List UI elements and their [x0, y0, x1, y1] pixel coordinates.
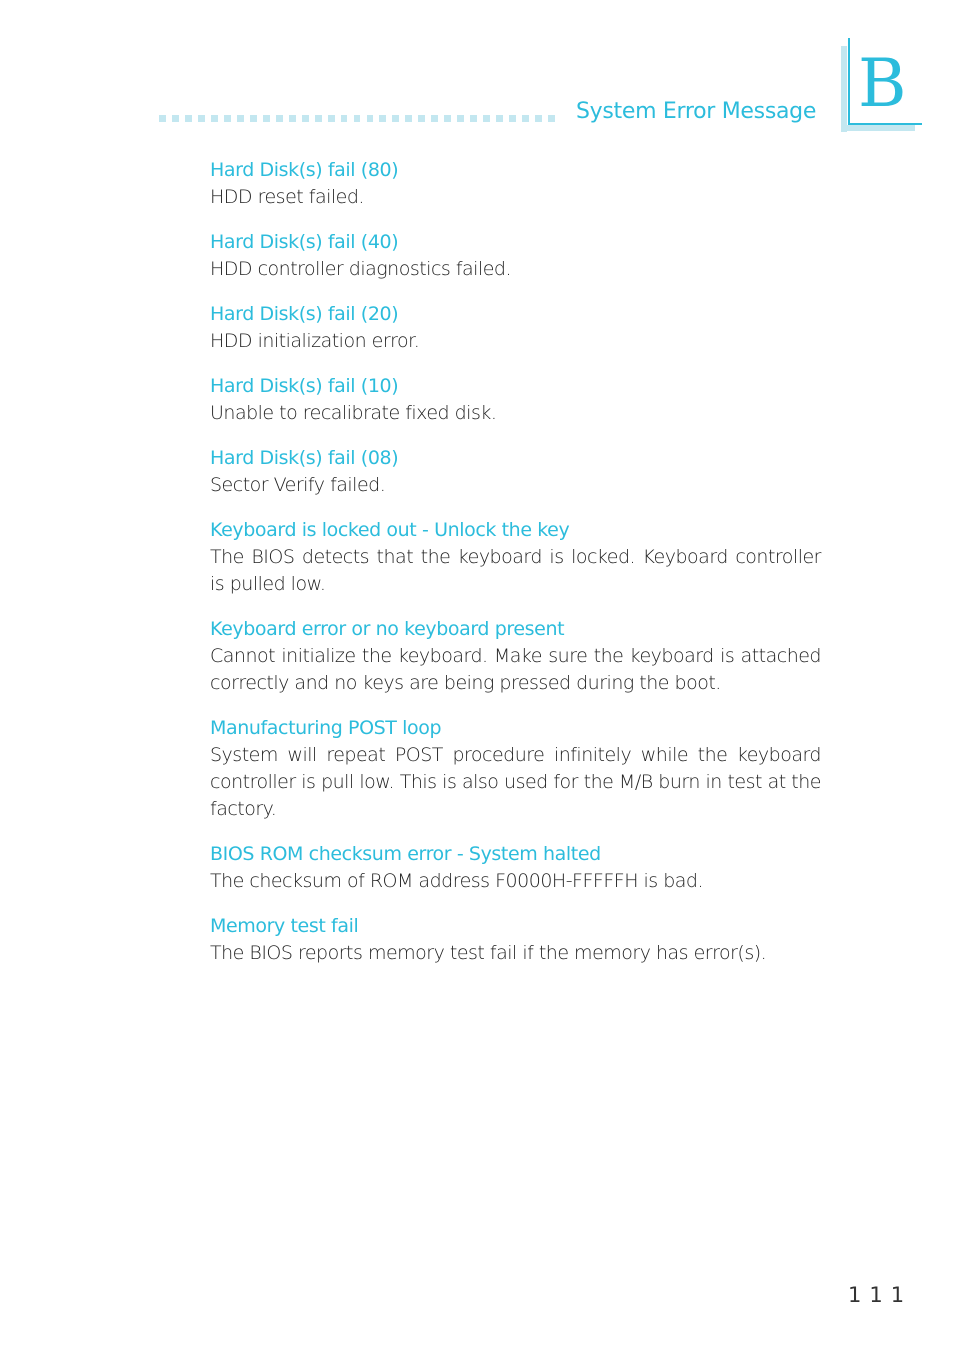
rule-dot	[457, 115, 465, 122]
error-description: Unable to recalibrate fixed disk.	[210, 402, 497, 424]
appendix-tab-shadow-horizontal	[841, 125, 915, 131]
rule-dot	[379, 115, 387, 122]
error-entry: Manufacturing POST loop System will repe…	[210, 715, 822, 823]
rule-dot	[470, 115, 478, 122]
rule-dot	[275, 115, 283, 122]
rule-dot	[301, 115, 309, 122]
error-description: Cannot initialize the keyboard. Make sur…	[210, 645, 822, 694]
rule-dot	[171, 115, 179, 122]
rule-dot	[496, 115, 504, 122]
rule-dot	[392, 115, 400, 122]
error-message-list: Hard Disk(s) fail (80) HDD reset failed.…	[210, 157, 822, 985]
rule-dot	[509, 115, 517, 122]
error-description: The BIOS reports memory test fail if the…	[210, 942, 767, 964]
rule-dot	[535, 115, 543, 122]
rule-dot	[327, 115, 335, 122]
rule-dot	[159, 115, 166, 122]
error-title: Hard Disk(s) fail (10)	[210, 375, 399, 397]
rule-dot	[184, 115, 192, 122]
rule-dot	[353, 115, 361, 122]
error-entry: Hard Disk(s) fail (20) HDD initializatio…	[210, 301, 821, 355]
error-entry: Hard Disk(s) fail (80) HDD reset failed.	[210, 157, 821, 211]
error-title: Hard Disk(s) fail (40)	[210, 231, 399, 253]
error-entry: Hard Disk(s) fail (08) Sector Verify fai…	[210, 445, 821, 499]
rule-dot	[210, 115, 218, 122]
rule-dot	[405, 115, 413, 122]
appendix-tab-line-vertical	[848, 38, 850, 125]
error-entry: Keyboard is locked out - Unlock the key …	[210, 517, 822, 598]
error-description: HDD controller diagnostics failed.	[210, 258, 512, 280]
error-description: The BIOS detects that the keyboard is lo…	[210, 546, 822, 595]
error-description: HDD initialization error.	[210, 330, 420, 352]
error-title: Hard Disk(s) fail (20)	[210, 303, 399, 325]
error-title: Hard Disk(s) fail (08)	[210, 447, 399, 469]
error-title: Memory test fail	[210, 915, 359, 937]
rule-dot	[288, 115, 296, 122]
error-entry: Hard Disk(s) fail (10) Unable to recalib…	[210, 373, 821, 427]
rule-dot	[340, 115, 348, 122]
rule-dot	[431, 115, 439, 122]
error-title: Keyboard is locked out - Unlock the key	[210, 519, 570, 541]
error-entry: Memory test fail The BIOS reports memory…	[210, 913, 821, 967]
rule-dot	[223, 115, 231, 122]
error-title: Keyboard error or no keyboard present	[210, 618, 565, 640]
rule-dot	[483, 115, 491, 122]
page-number: 111	[848, 1283, 913, 1307]
error-entry: BIOS ROM checksum error - System halted …	[210, 841, 821, 895]
rule-dot	[418, 115, 426, 122]
rule-dot	[444, 115, 452, 122]
error-description: System will repeat POST procedure infini…	[210, 744, 822, 820]
error-description: The checksum of ROM address F0000H-FFFFF…	[210, 870, 704, 892]
rule-dot	[197, 115, 205, 122]
error-title: Manufacturing POST loop	[210, 717, 442, 739]
error-title: BIOS ROM checksum error - System halted	[210, 843, 601, 865]
header-dotted-rule	[159, 115, 561, 123]
error-title: Hard Disk(s) fail (80)	[210, 159, 399, 181]
appendix-tab-shadow-vertical	[841, 46, 847, 132]
appendix-letter: B	[858, 45, 907, 122]
rule-dot	[314, 115, 322, 122]
rule-dot	[548, 115, 555, 122]
error-description: Sector Verify failed.	[210, 474, 386, 496]
error-entry: Keyboard error or no keyboard present Ca…	[210, 616, 822, 697]
rule-dot	[236, 115, 244, 122]
section-title: System Error Message	[576, 99, 817, 124]
rule-dot	[366, 115, 374, 122]
rule-dot	[249, 115, 257, 122]
rule-dot	[262, 115, 270, 122]
error-description: HDD reset failed.	[210, 186, 364, 208]
rule-dot	[522, 115, 530, 122]
error-entry: Hard Disk(s) fail (40) HDD controller di…	[210, 229, 821, 283]
